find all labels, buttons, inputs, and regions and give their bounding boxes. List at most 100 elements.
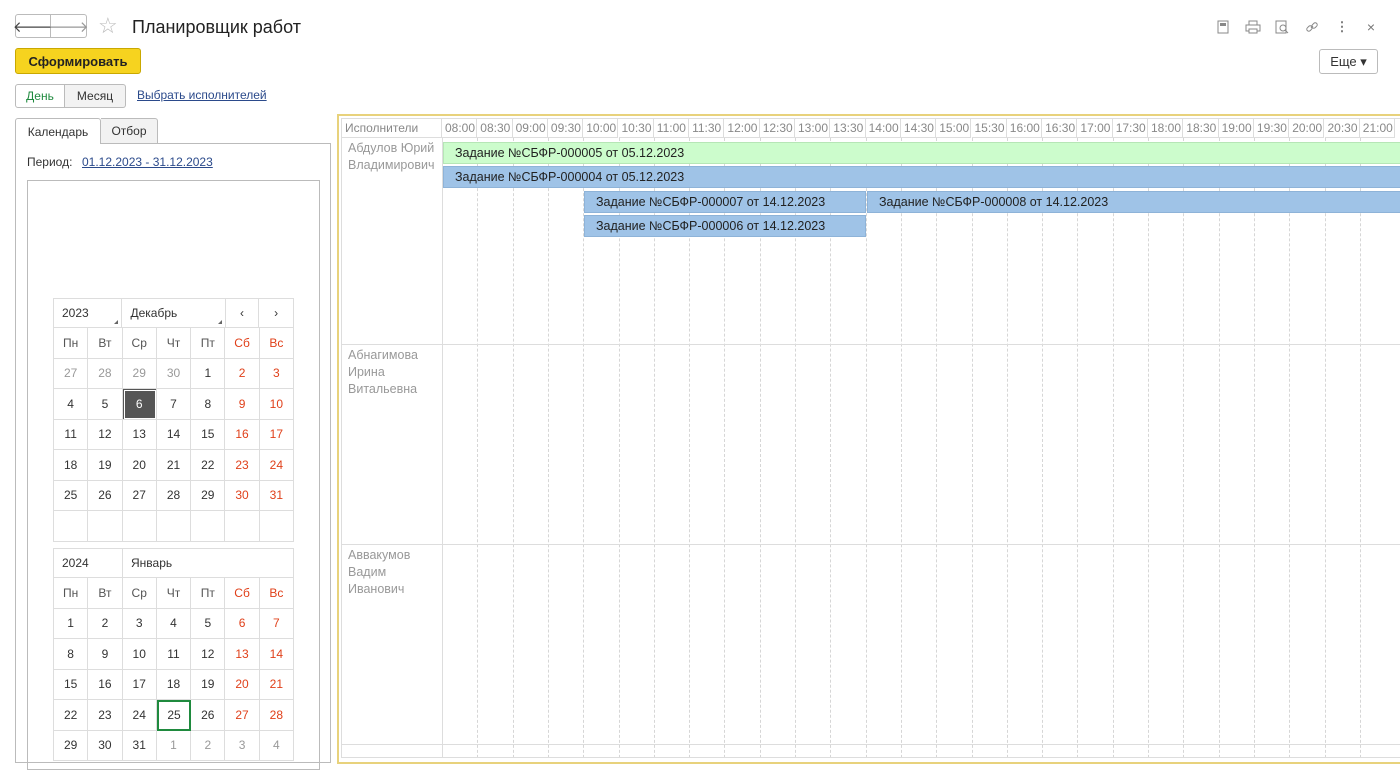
calendar-day[interactable]: 26	[88, 480, 123, 511]
calendar-day[interactable]: 23	[88, 700, 123, 731]
calendar-day[interactable]: 9	[225, 389, 260, 420]
calendar-day[interactable]: 24	[259, 450, 294, 481]
calendar-day[interactable]: 14	[259, 639, 294, 670]
link-icon[interactable]	[1303, 18, 1321, 36]
calendar-day[interactable]: 4	[156, 608, 192, 639]
calendar-day[interactable]: 30	[225, 480, 260, 511]
calendar-day[interactable]: 17	[122, 669, 157, 700]
calendar-day[interactable]: 22	[54, 700, 89, 731]
calendar-day[interactable]: 11	[156, 639, 192, 670]
calendar-day[interactable]: 20	[122, 450, 157, 481]
more-button[interactable]: Еще ▾	[1319, 49, 1378, 74]
calendar-day[interactable]: 4	[259, 730, 294, 761]
calendar-day[interactable]: 13	[122, 419, 157, 450]
calendar-day[interactable]: 8	[191, 389, 226, 420]
preview-icon[interactable]	[1273, 18, 1291, 36]
close-icon[interactable]: ×	[1362, 18, 1380, 36]
calendar-day[interactable]: 17	[259, 419, 294, 450]
calendar-day[interactable]: 24	[122, 700, 157, 731]
task-bar[interactable]: Задание №СБФР-000008 от 14.12.2023	[867, 191, 1400, 213]
calendar-day[interactable]: 12	[88, 419, 123, 450]
print-icon[interactable]	[1244, 18, 1262, 36]
calendar-day[interactable]: 3	[225, 730, 260, 761]
calendar-day[interactable]: 5	[88, 389, 123, 420]
calendar-day[interactable]: 20	[225, 669, 260, 700]
calendar-day[interactable]: 29	[54, 730, 89, 761]
calendar-day[interactable]: 27	[122, 480, 157, 511]
tab-filter[interactable]: Отбор	[101, 118, 158, 144]
calendar-day[interactable]: 3	[122, 608, 157, 639]
calendar-day[interactable]: 14	[156, 419, 192, 450]
calendar-day[interactable]: 7	[156, 389, 192, 420]
calendar-day[interactable]: 21	[156, 450, 192, 481]
task-bar[interactable]: Задание №СБФР-000007 от 14.12.2023	[584, 191, 866, 213]
calendar-day[interactable]: 19	[191, 669, 226, 700]
view-month-button[interactable]: Месяц	[65, 84, 126, 108]
task-bar[interactable]: Задание №СБФР-000004 от 05.12.2023	[443, 166, 1400, 188]
calendar-day[interactable]: 25	[156, 700, 192, 731]
calendar-day[interactable]: 29	[122, 358, 157, 389]
next-month-icon[interactable]: ›	[259, 299, 293, 327]
calendar-day[interactable]: 6	[225, 608, 260, 639]
calendar-day[interactable]: 6	[122, 389, 157, 420]
period-link[interactable]: 01.12.2023 - 31.12.2023	[82, 155, 213, 169]
year-select[interactable]: 2023	[54, 299, 123, 327]
calendar-day[interactable]: 27	[225, 700, 260, 731]
calendar-day[interactable]: 5	[191, 608, 226, 639]
calendar-day[interactable]: 28	[88, 358, 123, 389]
calendar-day[interactable]: 16	[88, 669, 123, 700]
month-label: Январь	[131, 556, 173, 570]
calendar-day[interactable]: 4	[54, 389, 89, 420]
forward-arrow-icon[interactable]: 🡒	[48, 14, 89, 38]
calendar-day[interactable]: 31	[122, 730, 157, 761]
select-executors-link[interactable]: Выбрать исполнителей	[137, 88, 267, 102]
month-select[interactable]: Декабрь	[122, 299, 226, 327]
calendar-day[interactable]: 8	[54, 639, 89, 670]
more-vertical-icon[interactable]: ⋮	[1333, 18, 1351, 36]
calendar-day[interactable]: 12	[191, 639, 226, 670]
calendar-day[interactable]: 29	[191, 480, 226, 511]
calendar-day[interactable]: 22	[191, 450, 226, 481]
calendar-day[interactable]: 30	[88, 730, 123, 761]
calendar-day[interactable]: 10	[259, 389, 294, 420]
page-title: Планировщик работ	[132, 17, 301, 37]
task-bar[interactable]: Задание №СБФР-000005 от 05.12.2023	[443, 142, 1400, 164]
calendar-day[interactable]: 27	[54, 358, 89, 389]
calendar-day[interactable]: 15	[54, 669, 89, 700]
calendar-day[interactable]: 23	[225, 450, 260, 481]
calendar-day[interactable]: 25	[54, 480, 89, 511]
calendar-day[interactable]: 13	[225, 639, 260, 670]
calendar-day[interactable]: 15	[191, 419, 226, 450]
calendar-day[interactable]: 3	[259, 358, 294, 389]
back-arrow-icon[interactable]: 🡐	[13, 14, 53, 38]
calendar-day[interactable]: 1	[156, 730, 192, 761]
task-bar[interactable]: Задание №СБФР-000006 от 14.12.2023	[584, 215, 866, 237]
calendar-day[interactable]: 18	[54, 450, 89, 481]
calendar-day[interactable]: 1	[54, 608, 89, 639]
calendar-day[interactable]: 28	[259, 700, 294, 731]
save-icon[interactable]	[1214, 18, 1232, 36]
calendar-day[interactable]: 26	[191, 700, 226, 731]
calendar-day[interactable]: 2	[88, 608, 123, 639]
calendar-day[interactable]: 2	[225, 358, 260, 389]
form-button[interactable]: Сформировать	[15, 48, 141, 74]
calendar-day[interactable]: 7	[259, 608, 294, 639]
calendar-day[interactable]: 10	[122, 639, 157, 670]
calendar-day[interactable]: 19	[88, 450, 123, 481]
prev-month-icon[interactable]: ‹	[226, 299, 260, 327]
calendar-day[interactable]: 28	[156, 480, 192, 511]
star-icon[interactable]: ☆	[98, 12, 118, 40]
time-header: 08:30	[477, 119, 513, 138]
calendar-day[interactable]: 1	[191, 358, 226, 389]
calendar-day[interactable]: 18	[156, 669, 192, 700]
calendar-day[interactable]: 11	[54, 419, 89, 450]
calendar-day[interactable]: 21	[259, 669, 294, 700]
view-day-button[interactable]: День	[15, 84, 65, 108]
period-label: Период:	[27, 155, 73, 169]
calendar-day[interactable]: 9	[88, 639, 123, 670]
calendar-day[interactable]: 31	[259, 480, 294, 511]
calendar-day[interactable]: 30	[156, 358, 192, 389]
calendar-day[interactable]: 2	[191, 730, 226, 761]
calendar-day[interactable]: 16	[225, 419, 260, 450]
tab-calendar[interactable]: Календарь	[15, 118, 101, 144]
